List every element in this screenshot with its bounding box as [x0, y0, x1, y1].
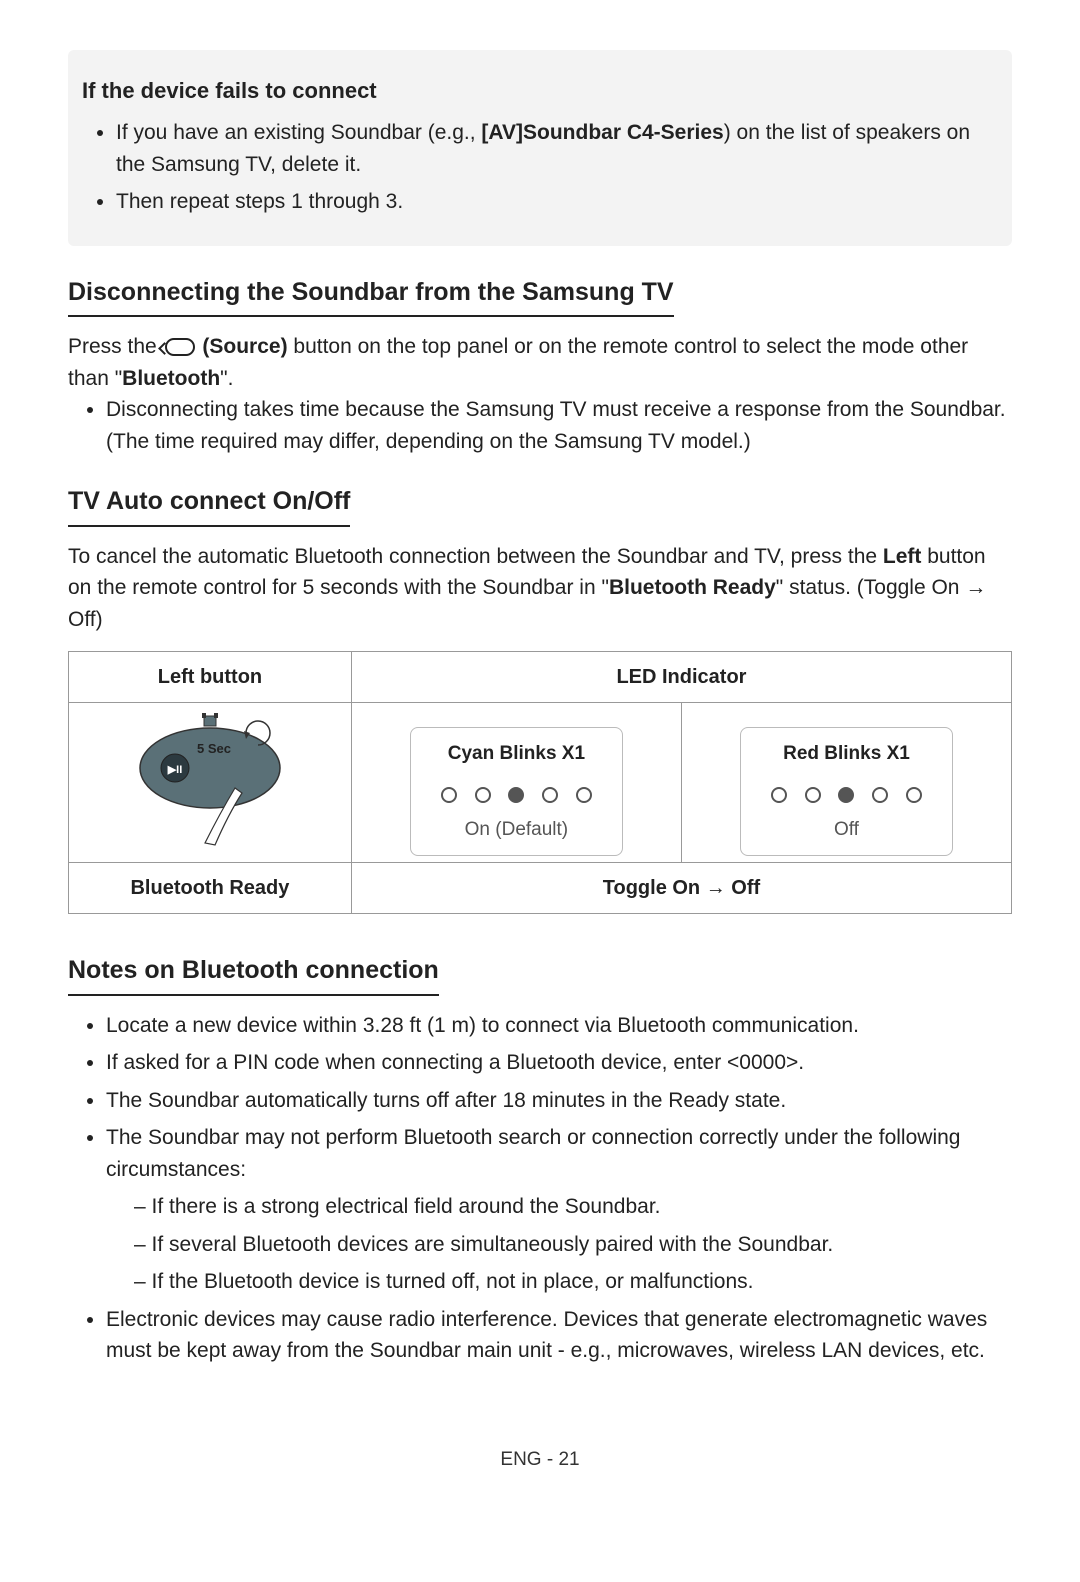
led-dot-icon	[771, 787, 787, 803]
on-default-caption: On (Default)	[435, 816, 598, 845]
led-box-red: Red Blinks X1 Off	[740, 727, 953, 856]
red-title: Red Blinks X1	[765, 740, 928, 769]
autoconnect-paragraph: To cancel the automatic Bluetooth connec…	[68, 541, 1012, 636]
led-dot-icon	[441, 787, 457, 803]
list-item: Electronic devices may cause radio inter…	[106, 1304, 1012, 1367]
notes-list: Locate a new device within 3.28 ft (1 m)…	[68, 1010, 1012, 1367]
list-item: If several Bluetooth devices are simulta…	[134, 1229, 1012, 1261]
led-dot-icon	[576, 787, 592, 803]
list-item: If there is a strong electrical field ar…	[134, 1191, 1012, 1223]
disconnect-section: Disconnecting the Soundbar from the Sams…	[68, 274, 1012, 458]
led-table: Left button LED Indicator ▶II 5 Sec	[68, 651, 1012, 914]
led-dot-icon	[475, 787, 491, 803]
notes-heading: Notes on Bluetooth connection	[68, 952, 439, 996]
disconnect-heading: Disconnecting the Soundbar from the Sams…	[68, 274, 674, 318]
fail-connect-box: If the device fails to connect If you ha…	[68, 50, 1012, 246]
fail-connect-heading: If the device fails to connect	[82, 74, 1002, 107]
list-item: If the Bluetooth device is turned off, n…	[134, 1266, 1012, 1298]
autoconnect-section: TV Auto connect On/Off To cancel the aut…	[68, 483, 1012, 914]
list-item: The Soundbar may not perform Bluetooth s…	[106, 1122, 1012, 1298]
remote-cell: ▶II 5 Sec	[69, 703, 352, 863]
notes-sublist: If there is a strong electrical field ar…	[106, 1191, 1012, 1298]
disconnect-paragraph: Press the (Source) button on the top pan…	[68, 331, 1012, 394]
led-box-cyan: Cyan Blinks X1 On (Default)	[410, 727, 623, 856]
led-dot-filled-icon	[838, 787, 854, 803]
th-left-button: Left button	[69, 652, 352, 703]
list-item: If asked for a PIN code when connecting …	[106, 1047, 1012, 1079]
red-cell: Red Blinks X1 Off	[681, 703, 1011, 863]
list-item: If you have an existing Soundbar (e.g., …	[116, 117, 1002, 180]
toggle-cell: Toggle On → Off	[351, 863, 1011, 914]
remote-illustration: ▶II	[120, 713, 300, 853]
led-dot-icon	[906, 787, 922, 803]
fail-connect-list: If you have an existing Soundbar (e.g., …	[78, 117, 1002, 218]
source-icon	[165, 338, 195, 356]
dots-row	[435, 779, 598, 811]
bt-ready-cell: Bluetooth Ready	[69, 863, 352, 914]
notes-section: Notes on Bluetooth connection Locate a n…	[68, 952, 1012, 1367]
list-item: Then repeat steps 1 through 3.	[116, 186, 1002, 218]
cyan-cell: Cyan Blinks X1 On (Default)	[351, 703, 681, 863]
list-item: Locate a new device within 3.28 ft (1 m)…	[106, 1010, 1012, 1042]
led-dot-icon	[872, 787, 888, 803]
dots-row	[765, 779, 928, 811]
led-dot-icon	[805, 787, 821, 803]
list-item: The Soundbar automatically turns off aft…	[106, 1085, 1012, 1117]
autoconnect-heading: TV Auto connect On/Off	[68, 483, 350, 527]
page-footer: ENG - 21	[0, 1446, 1080, 1475]
th-led-indicator: LED Indicator	[351, 652, 1011, 703]
led-dot-icon	[542, 787, 558, 803]
five-sec-text: 5 Sec	[197, 739, 231, 759]
cyan-title: Cyan Blinks X1	[435, 740, 598, 769]
svg-text:▶II: ▶II	[167, 764, 183, 776]
disconnect-list: Disconnecting takes time because the Sam…	[68, 394, 1012, 457]
off-caption: Off	[765, 816, 928, 845]
list-item: Disconnecting takes time because the Sam…	[106, 394, 1012, 457]
led-dot-filled-icon	[508, 787, 524, 803]
